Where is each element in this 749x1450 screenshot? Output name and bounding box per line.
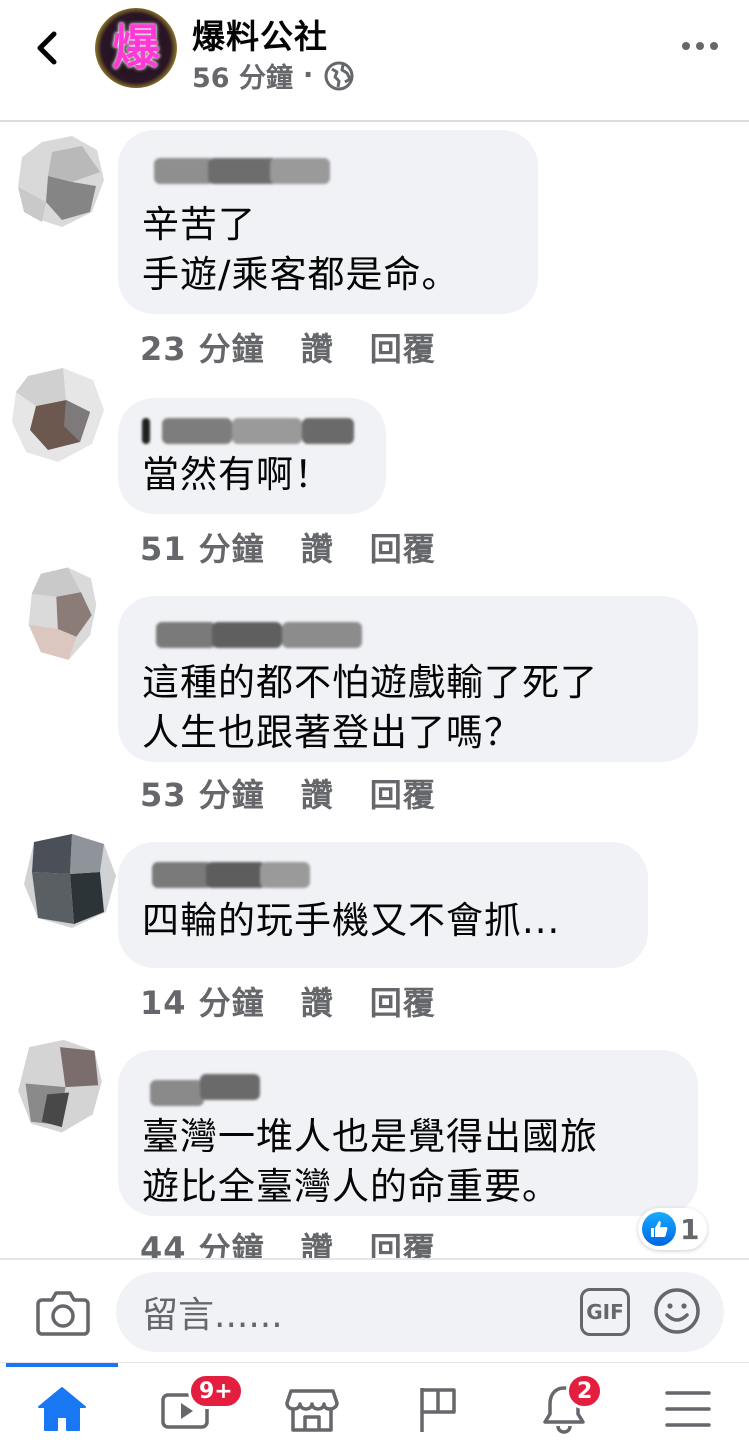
meta-separator: · bbox=[302, 60, 314, 91]
reaction-summary[interactable]: 1 bbox=[638, 1208, 708, 1250]
gif-button[interactable]: GIF bbox=[580, 1288, 630, 1336]
home-icon bbox=[38, 1387, 86, 1431]
like-button[interactable]: 讚 bbox=[301, 770, 334, 816]
reply-button[interactable]: 回覆 bbox=[370, 978, 436, 1024]
comment-time[interactable]: 53 分鐘 bbox=[140, 770, 265, 816]
comment-actions: 14 分鐘 讚 回覆 bbox=[140, 978, 436, 1024]
comment-composer: 留言...... GIF bbox=[0, 1258, 749, 1362]
emoji-icon[interactable] bbox=[652, 1286, 702, 1336]
post-time[interactable]: 56 分鐘 bbox=[192, 56, 293, 95]
comment-text: 辛苦了 手遊/乘客都是命。 bbox=[142, 203, 460, 296]
comment-bubble[interactable]: 四輪的玩手機又不會抓... bbox=[118, 842, 648, 968]
comment-text: 當然有啊！ bbox=[142, 453, 332, 496]
commenter-name[interactable] bbox=[142, 1072, 272, 1106]
like-button[interactable]: 讚 bbox=[301, 324, 334, 370]
comment-bubble[interactable]: 這種的都不怕遊戲輸了死了 人生也跟著登出了嗎？ bbox=[118, 596, 698, 762]
comment-time[interactable]: 14 分鐘 bbox=[140, 978, 265, 1024]
camera-icon[interactable] bbox=[36, 1288, 90, 1336]
nav-notifications[interactable]: 2 bbox=[524, 1373, 604, 1441]
avatar-glyph: 爆 bbox=[111, 20, 160, 76]
page-avatar[interactable]: 爆 bbox=[95, 8, 177, 88]
reaction-count: 1 bbox=[680, 1212, 700, 1246]
comment-bubble[interactable]: 當然有啊！ bbox=[118, 398, 386, 514]
bottom-nav: 9+ 2 bbox=[0, 1362, 749, 1450]
nav-watch[interactable]: 9+ bbox=[146, 1373, 244, 1441]
comment-text: 臺灣一堆人也是覺得出國旅 遊比全臺灣人的命重要。 bbox=[142, 1115, 598, 1208]
marketplace-icon bbox=[285, 1389, 339, 1432]
post-meta: 56 分鐘 · bbox=[192, 56, 355, 95]
commenter-name[interactable] bbox=[142, 416, 354, 446]
avatar[interactable] bbox=[12, 132, 112, 232]
comment-actions: 51 分鐘 讚 回覆 bbox=[140, 524, 436, 570]
like-reaction-icon bbox=[642, 1212, 676, 1246]
comment-text: 這種的都不怕遊戲輸了死了 人生也跟著登出了嗎？ bbox=[142, 661, 598, 754]
comment-actions: 23 分鐘 讚 回覆 bbox=[140, 324, 436, 370]
nav-marketplace[interactable] bbox=[272, 1377, 352, 1441]
watch-badge: 9+ bbox=[188, 1373, 244, 1409]
comment-actions: 53 分鐘 讚 回覆 bbox=[140, 770, 436, 816]
nav-home[interactable] bbox=[22, 1377, 102, 1441]
avatar[interactable] bbox=[14, 566, 114, 666]
nav-pages[interactable] bbox=[398, 1377, 478, 1441]
active-tab-indicator bbox=[6, 1363, 118, 1367]
comment-text: 四輪的玩手機又不會抓... bbox=[142, 899, 561, 942]
comment-bubble[interactable]: 辛苦了 手遊/乘客都是命。 bbox=[118, 130, 538, 314]
reply-button[interactable]: 回覆 bbox=[370, 770, 436, 816]
flag-icon bbox=[420, 1388, 456, 1432]
avatar[interactable] bbox=[8, 366, 108, 466]
commenter-name[interactable] bbox=[142, 618, 372, 652]
page-name[interactable]: 爆料公社 bbox=[192, 10, 328, 58]
comment-time[interactable]: 23 分鐘 bbox=[140, 324, 265, 370]
notifications-badge: 2 bbox=[566, 1373, 604, 1409]
post-header: 爆 爆料公社 56 分鐘 · bbox=[0, 0, 749, 122]
comment-bubble[interactable]: 臺灣一堆人也是覺得出國旅 遊比全臺灣人的命重要。 bbox=[118, 1050, 698, 1216]
commenter-name[interactable] bbox=[142, 858, 312, 892]
menu-icon bbox=[665, 1391, 711, 1427]
reply-button[interactable]: 回覆 bbox=[370, 324, 436, 370]
avatar[interactable] bbox=[10, 1038, 110, 1138]
commenter-name[interactable] bbox=[142, 152, 352, 192]
more-dots-icon[interactable] bbox=[680, 38, 720, 54]
like-button[interactable]: 讚 bbox=[301, 978, 334, 1024]
globe-icon bbox=[324, 61, 354, 90]
chevron-left-icon[interactable] bbox=[30, 28, 66, 68]
nav-menu[interactable] bbox=[648, 1377, 728, 1441]
like-button[interactable]: 讚 bbox=[301, 524, 334, 570]
comment-time[interactable]: 51 分鐘 bbox=[140, 524, 265, 570]
reply-button[interactable]: 回覆 bbox=[370, 524, 436, 570]
comment-input[interactable]: 留言...... bbox=[116, 1272, 724, 1352]
avatar[interactable] bbox=[20, 832, 120, 932]
